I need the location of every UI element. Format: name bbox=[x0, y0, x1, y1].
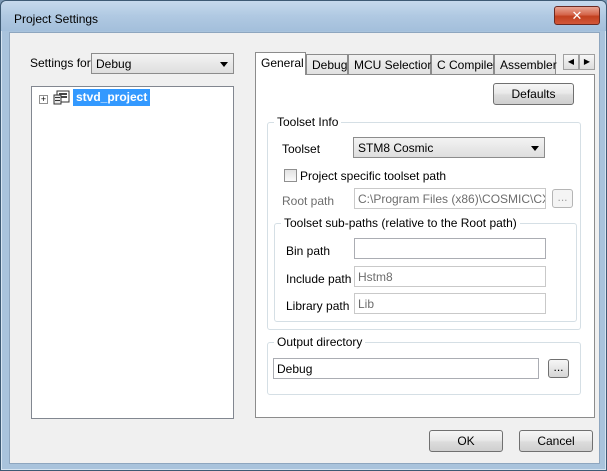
library-path-field[interactable]: Lib bbox=[354, 293, 546, 314]
defaults-button[interactable]: Defaults bbox=[493, 83, 574, 105]
output-directory-browse-button[interactable]: ... bbox=[548, 359, 569, 378]
toolset-value: STM8 Cosmic bbox=[358, 141, 434, 155]
tree-expand-icon[interactable]: + bbox=[39, 95, 48, 104]
title-bar[interactable]: Project Settings ✕ bbox=[1, 1, 606, 31]
settings-for-label: Settings for: bbox=[30, 56, 95, 70]
tab-mcu-selection[interactable]: MCU Selection bbox=[348, 54, 434, 74]
close-button[interactable]: ✕ bbox=[554, 6, 600, 25]
project-tree[interactable]: + stvd_project bbox=[31, 86, 234, 419]
tab-c-compiler[interactable]: C Compiler bbox=[431, 54, 497, 74]
scroll-left-icon[interactable]: ◀ bbox=[563, 54, 579, 70]
dialog-client-area: Settings for: Debug + stvd_project Gener… bbox=[9, 32, 600, 464]
toolset-info-title: Toolset Info bbox=[274, 115, 342, 129]
root-path-label: Root path bbox=[282, 194, 335, 208]
settings-for-value: Debug bbox=[96, 57, 132, 71]
chevron-down-icon bbox=[531, 146, 539, 151]
project-specific-toolset-label: Project specific toolset path bbox=[300, 169, 447, 183]
toolset-info-group: Toolset Info Toolset STM8 Cosmic Project… bbox=[267, 115, 581, 330]
tab-general[interactable]: General bbox=[255, 52, 306, 75]
toolset-select[interactable]: STM8 Cosmic bbox=[353, 137, 545, 158]
toolset-label: Toolset bbox=[282, 142, 321, 156]
general-tab-panel: Defaults Toolset Info Toolset STM8 Cosmi… bbox=[255, 74, 595, 418]
window-title: Project Settings bbox=[14, 12, 99, 26]
bin-path-label: Bin path bbox=[286, 244, 331, 258]
library-path-label: Library path bbox=[286, 299, 350, 313]
cancel-button[interactable]: Cancel bbox=[519, 430, 593, 452]
output-directory-title: Output directory bbox=[274, 335, 366, 349]
tab-assembler[interactable]: Assembler bbox=[494, 54, 557, 74]
root-path-browse-button[interactable]: ... bbox=[552, 189, 573, 208]
project-specific-toolset-checkbox[interactable] bbox=[284, 169, 297, 182]
settings-tabs: General Debug MCU Selection C Compiler A… bbox=[255, 52, 595, 75]
tree-item-stvd-project[interactable]: stvd_project bbox=[73, 89, 151, 106]
root-path-field[interactable]: C:\Program Files (x86)\COSMIC\CXSTM8 bbox=[354, 188, 546, 209]
tab-scroll-arrows: ◀ ▶ bbox=[563, 54, 595, 70]
settings-for-select[interactable]: Debug bbox=[91, 53, 234, 74]
close-icon: ✕ bbox=[571, 7, 583, 23]
ok-button[interactable]: OK bbox=[429, 430, 503, 452]
toolset-subpaths-title: Toolset sub-paths (relative to the Root … bbox=[281, 216, 520, 230]
bin-path-field[interactable] bbox=[354, 238, 546, 259]
scroll-right-icon[interactable]: ▶ bbox=[579, 54, 595, 70]
project-icon bbox=[53, 90, 70, 105]
project-settings-dialog: Project Settings ✕ Settings for: Debug +… bbox=[0, 0, 607, 471]
include-path-label: Include path bbox=[286, 272, 352, 286]
output-directory-group: Output directory Debug ... bbox=[267, 335, 581, 395]
toolset-subpaths-group: Toolset sub-paths (relative to the Root … bbox=[274, 216, 577, 322]
tab-debug[interactable]: Debug bbox=[306, 54, 348, 74]
output-directory-field[interactable]: Debug bbox=[273, 358, 539, 379]
include-path-field[interactable]: Hstm8 bbox=[354, 266, 546, 287]
chevron-down-icon bbox=[220, 62, 228, 67]
